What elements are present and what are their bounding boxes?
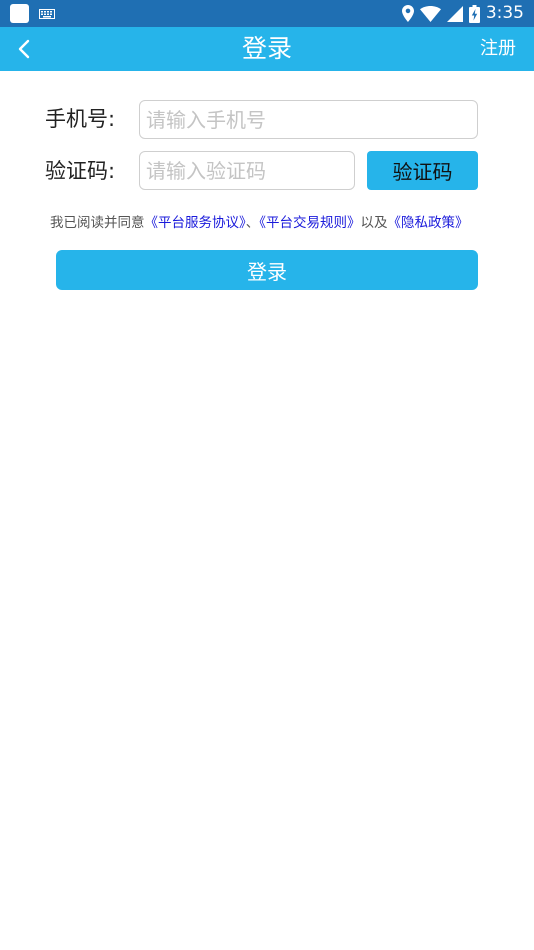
back-button[interactable]: [10, 35, 38, 63]
keyboard-icon: [39, 8, 55, 19]
app-bar: 登录 注册: [0, 27, 534, 71]
status-time: 3:35: [485, 3, 524, 23]
phone-input[interactable]: [139, 100, 478, 139]
status-bar: 3:35: [0, 0, 534, 27]
battery-charging-icon: [468, 4, 480, 23]
signal-icon: [446, 5, 463, 22]
agreement-text: 我已阅读并同意《平台服务协议》、《平台交易规则》以及《隐私政策》: [50, 214, 469, 232]
page-title: 登录: [241, 34, 292, 63]
trade-rules-link[interactable]: 《平台交易规则》: [259, 215, 360, 231]
register-link[interactable]: 注册: [480, 27, 516, 71]
app-square-icon: [10, 4, 29, 23]
service-agreement-link[interactable]: 《平台服务协议》: [145, 215, 246, 231]
agreement-separator: 、: [245, 215, 260, 231]
status-bar-left: [10, 4, 55, 23]
agreement-conjunction: 以及: [360, 215, 388, 231]
privacy-policy-link[interactable]: 《隐私政策》: [388, 215, 469, 231]
phone-label: 手机号:: [45, 107, 116, 131]
get-code-button[interactable]: 验证码: [367, 151, 478, 190]
wifi-icon: [419, 5, 441, 22]
code-input[interactable]: [139, 151, 355, 190]
chevron-left-icon: [18, 39, 30, 59]
code-label: 验证码:: [45, 159, 116, 183]
location-icon: [401, 5, 414, 22]
agreement-prefix: 我已阅读并同意: [50, 215, 145, 231]
status-bar-right: 3:35: [401, 3, 524, 24]
login-button[interactable]: 登录: [56, 250, 478, 290]
